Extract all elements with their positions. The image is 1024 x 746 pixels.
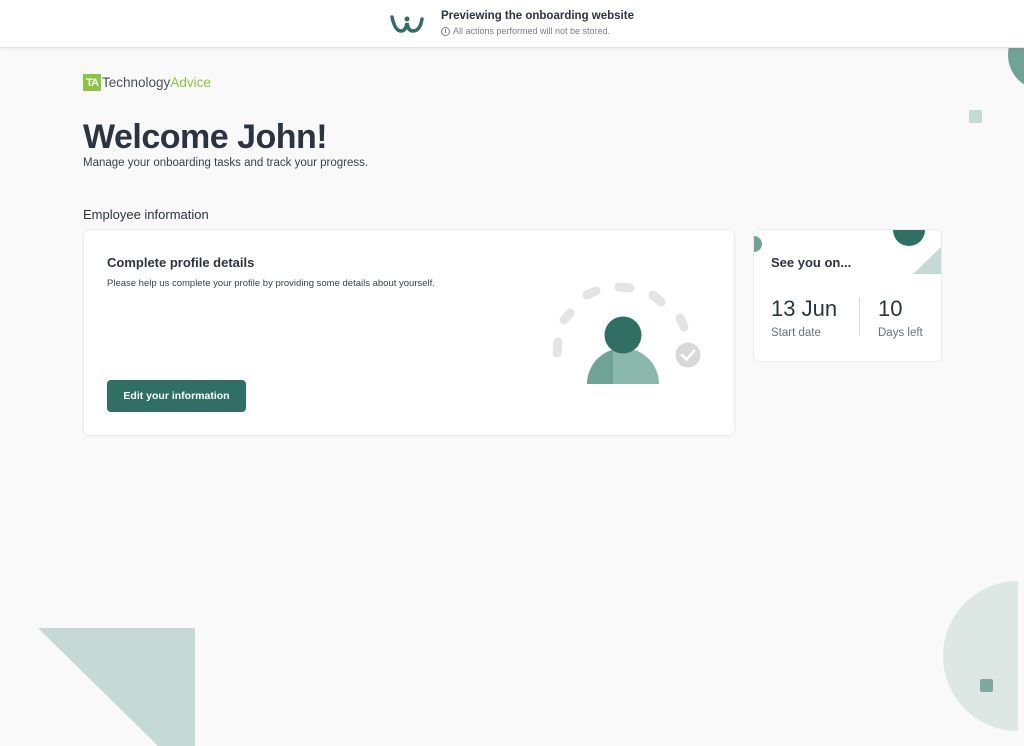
decorative-half-circle (943, 581, 1018, 731)
card-title: Complete profile details (107, 255, 255, 270)
section-heading-employee-information: Employee information (83, 207, 209, 222)
logo-mark: TA (83, 74, 101, 91)
banner-subtitle: All actions performed will not be stored… (441, 26, 610, 36)
banner-subtitle-text: All actions performed will not be stored… (453, 26, 611, 36)
decorative-square-small (980, 679, 993, 692)
w-logo-icon (390, 15, 424, 33)
page-subtitle: Manage your onboarding tasks and track y… (83, 157, 369, 169)
info-icon (441, 26, 450, 36)
edit-information-button[interactable]: Edit your information (107, 380, 246, 412)
start-date-value: 13 Jun (771, 296, 838, 321)
start-date-label: Start date (771, 327, 821, 339)
decorative-square (969, 110, 982, 123)
logo-text-technology: Technology (102, 75, 171, 90)
divider (859, 298, 860, 336)
start-date-card: See you on... 13 Jun Start date 10 Days … (753, 229, 942, 362)
logo-text-advice: Advice (170, 75, 211, 90)
start-card-title: See you on... (771, 255, 852, 270)
days-left-label: Days left (878, 327, 923, 339)
company-logo: TA Technology Advice (83, 74, 211, 91)
card-description: Please help us complete your profile by … (107, 278, 435, 289)
preview-banner: Previewing the onboarding website All ac… (0, 0, 1024, 48)
page: Previewing the onboarding website All ac… (0, 0, 1024, 746)
profile-progress-icon (552, 282, 701, 384)
days-left-value: 10 (878, 296, 903, 321)
banner-title: Previewing the onboarding website (441, 10, 634, 22)
profile-details-card: Complete profile details Please help us … (83, 229, 735, 436)
decorative-triangle (38, 628, 195, 746)
page-title: Welcome John! (83, 118, 328, 156)
